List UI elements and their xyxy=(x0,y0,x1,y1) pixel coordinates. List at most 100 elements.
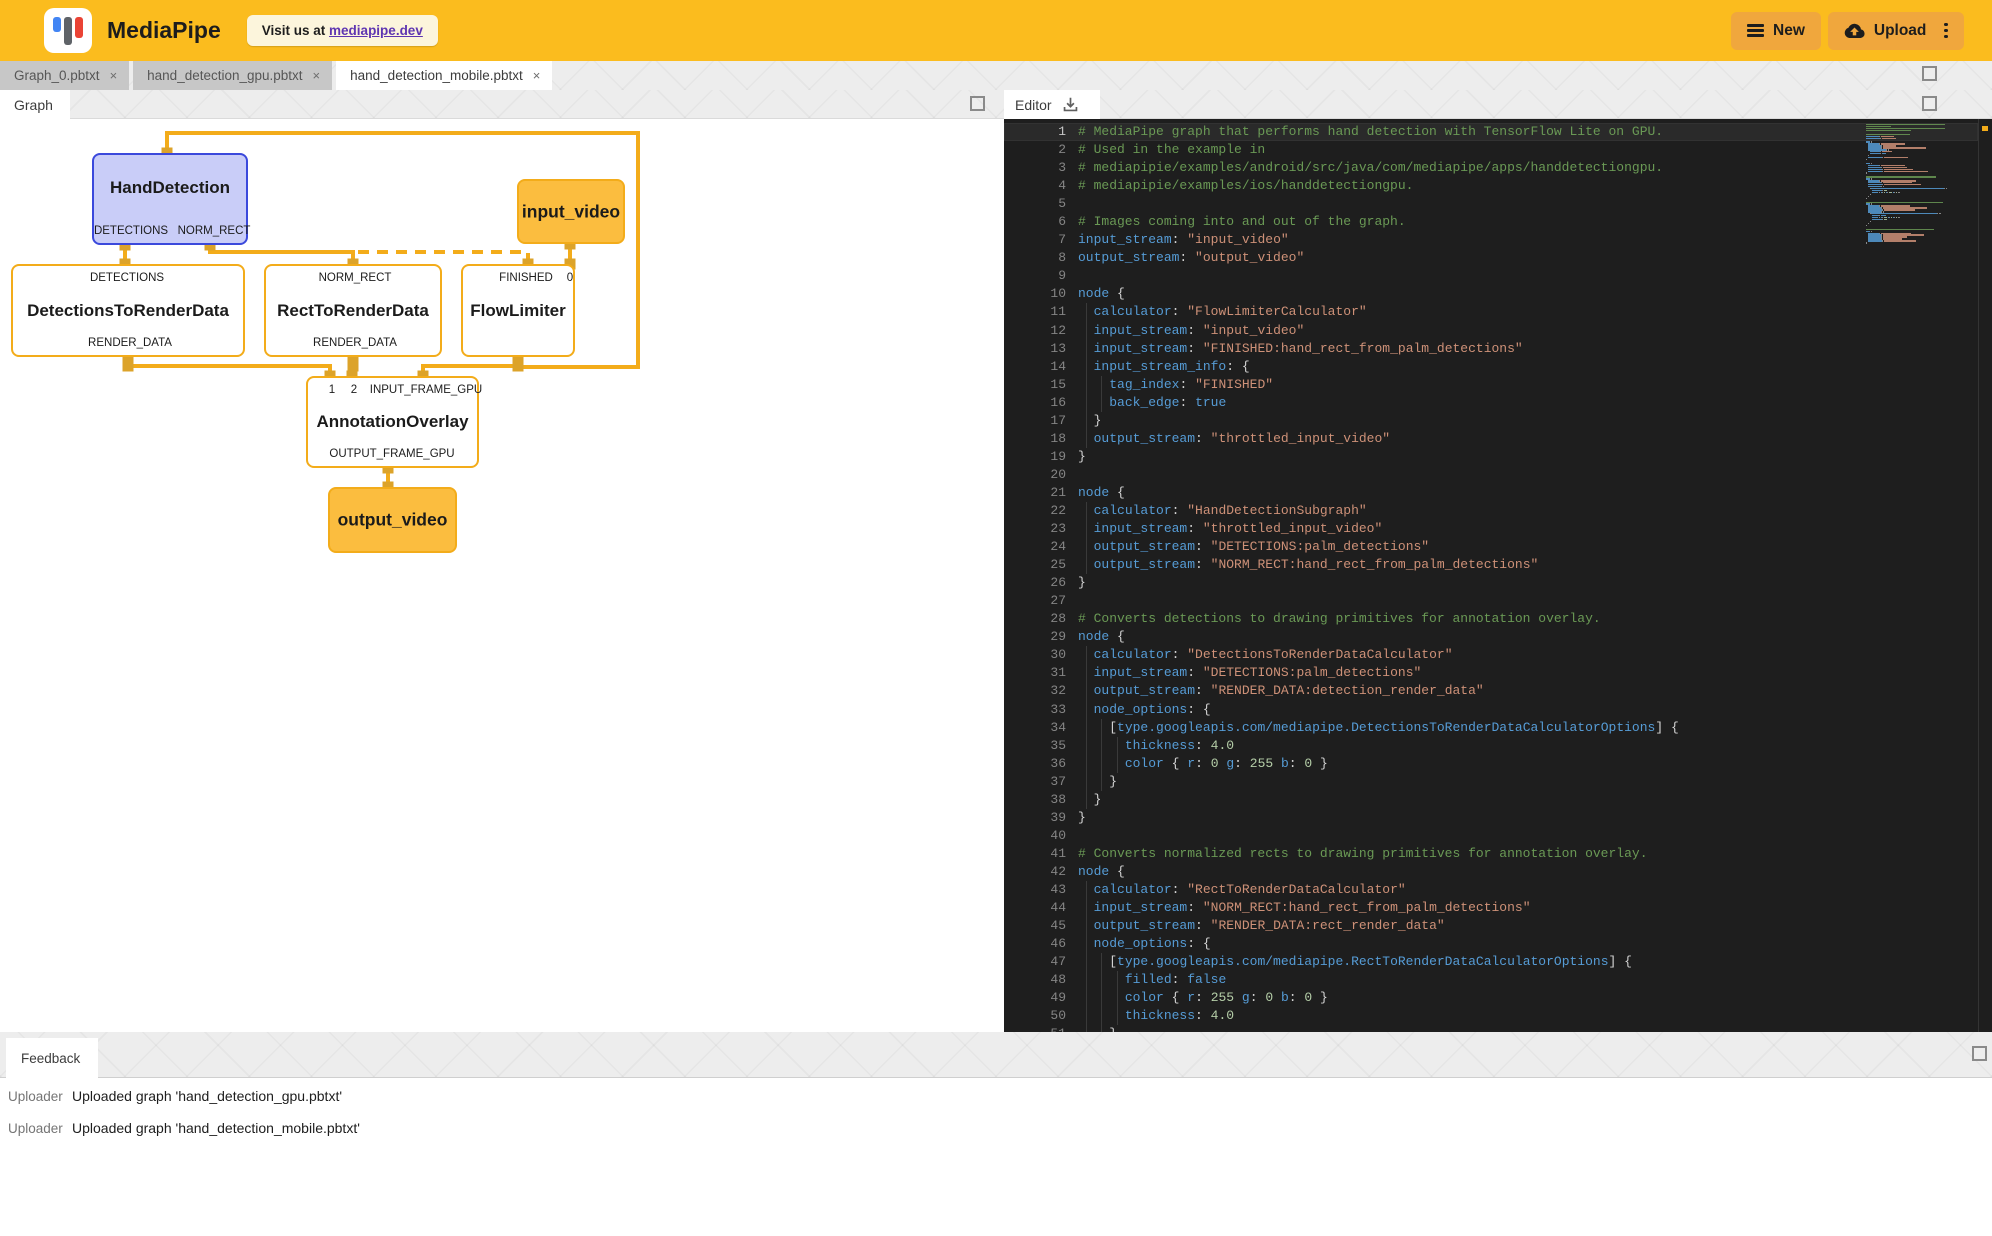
code-editor[interactable]: 1# MediaPipe graph that performs hand de… xyxy=(1004,119,1992,1032)
line-number: 25 xyxy=(1004,556,1066,574)
app-header: MediaPipe Visit us at mediapipe.dev New … xyxy=(0,0,1992,61)
node-title: DetectionsToRenderData xyxy=(13,301,243,321)
graph-node-AnnotationOverlay[interactable]: AnnotationOverlay12INPUT_FRAME_GPUOUTPUT… xyxy=(306,376,479,468)
code-line: 18 output_stream: "throttled_input_video… xyxy=(1004,430,1978,448)
code-line: 7input_stream: "input_video" xyxy=(1004,231,1978,249)
code-line: 9 xyxy=(1004,267,1978,285)
editor-scrollbar[interactable] xyxy=(1978,119,1992,1032)
input-port-2: 2 xyxy=(351,384,357,396)
code-line: 23 input_stream: "throttled_input_video" xyxy=(1004,520,1978,538)
code-line: 20 xyxy=(1004,466,1978,484)
close-tab-icon[interactable]: × xyxy=(533,69,541,82)
line-number: 33 xyxy=(1004,701,1066,719)
code-line: 43 calculator: "RectToRenderDataCalculat… xyxy=(1004,881,1978,899)
code-line: 46 node_options: { xyxy=(1004,935,1978,953)
line-number: 18 xyxy=(1004,430,1066,448)
graph-node-input_video[interactable]: input_video xyxy=(517,179,625,244)
line-number: 39 xyxy=(1004,809,1066,827)
code-line: 37 } xyxy=(1004,773,1978,791)
code-line: 4# mediapipie/examples/ios/handdetection… xyxy=(1004,177,1978,195)
tabs-popout-icon[interactable] xyxy=(1922,66,1937,81)
feedback-log: Uploader Uploaded graph 'hand_detection_g… xyxy=(0,1078,1992,1236)
graph-popout-icon[interactable] xyxy=(970,96,985,111)
line-number: 38 xyxy=(1004,791,1066,809)
feedback-source: Uploader xyxy=(0,1121,72,1136)
code-line: 29node { xyxy=(1004,628,1978,646)
line-number: 8 xyxy=(1004,249,1066,267)
panel-tab-bar: Graph Editor xyxy=(0,90,1992,119)
graph-node-FlowLimiter[interactable]: FlowLimiterFINISHED0 xyxy=(461,264,575,357)
file-tab-Graph_0.pbtxt[interactable]: Graph_0.pbtxt× xyxy=(0,61,129,90)
line-number: 12 xyxy=(1004,322,1066,340)
graph-node-RectToRenderData[interactable]: RectToRenderDataNORM_RECTRENDER_DATA xyxy=(264,264,442,357)
line-number: 50 xyxy=(1004,1007,1066,1025)
code-line: 35 thickness: 4.0 xyxy=(1004,737,1978,755)
line-number: 43 xyxy=(1004,881,1066,899)
download-icon[interactable] xyxy=(1062,96,1079,113)
graph-canvas[interactable]: HandDetectionDETECTIONSNORM_RECT input_vi… xyxy=(0,119,1000,1032)
code-lines[interactable]: 1# MediaPipe graph that performs hand de… xyxy=(1004,123,1978,1032)
graph-node-output_video[interactable]: output_video xyxy=(328,487,457,553)
line-number: 16 xyxy=(1004,394,1066,412)
code-line: 17 } xyxy=(1004,412,1978,430)
visit-button[interactable]: Visit us at mediapipe.dev xyxy=(247,15,438,46)
node-title: AnnotationOverlay xyxy=(308,412,477,432)
file-tab-hand_detection_gpu.pbtxt[interactable]: hand_detection_gpu.pbtxt× xyxy=(133,61,332,90)
menu-icon xyxy=(1747,21,1764,39)
feedback-bar: Feedback xyxy=(0,1032,1992,1078)
feedback-row: UploaderUploaded graph 'hand_detection_m… xyxy=(0,1114,1992,1142)
feedback-tab-label: Feedback xyxy=(21,1051,80,1066)
graph-node-DetectionsToRenderData[interactable]: DetectionsToRenderDataDETECTIONSRENDER_D… xyxy=(11,264,245,357)
editor-popout-icon[interactable] xyxy=(1922,96,1937,111)
line-number: 13 xyxy=(1004,340,1066,358)
close-tab-icon[interactable]: × xyxy=(313,69,321,82)
upload-menu-icon[interactable] xyxy=(1944,20,1948,41)
upload-button[interactable]: Upload xyxy=(1828,12,1964,50)
code-line: 36 color { r: 0 g: 255 b: 0 } xyxy=(1004,755,1978,773)
close-tab-icon[interactable]: × xyxy=(110,69,118,82)
mediapipe-dev-link[interactable]: mediapipe.dev xyxy=(329,23,423,38)
line-number: 11 xyxy=(1004,303,1066,321)
tab-feedback[interactable]: Feedback xyxy=(6,1038,98,1078)
code-line: 12 input_stream: "input_video" xyxy=(1004,322,1978,340)
code-line: 14 input_stream_info: { xyxy=(1004,358,1978,376)
line-number: 10 xyxy=(1004,285,1066,303)
code-line: 13 input_stream: "FINISHED:hand_rect_fro… xyxy=(1004,340,1978,358)
file-tab-hand_detection_mobile.pbtxt[interactable]: hand_detection_mobile.pbtxt× xyxy=(336,61,552,90)
feedback-message: Uploaded graph 'hand_detection_gpu.pbtxt… xyxy=(72,1088,342,1104)
new-button[interactable]: New xyxy=(1731,12,1821,50)
graph-node-HandDetection[interactable]: HandDetectionDETECTIONSNORM_RECT xyxy=(92,153,248,245)
line-number: 19 xyxy=(1004,448,1066,466)
code-line: 48 filled: false xyxy=(1004,971,1978,989)
editor-minimap[interactable] xyxy=(1866,124,1948,244)
code-line: 45 output_stream: "RENDER_DATA:rect_rend… xyxy=(1004,917,1978,935)
line-number: 23 xyxy=(1004,520,1066,538)
line-number: 36 xyxy=(1004,755,1066,773)
line-number: 49 xyxy=(1004,989,1066,1007)
feedback-popout-icon[interactable] xyxy=(1972,1046,1987,1061)
line-number: 34 xyxy=(1004,719,1066,737)
code-line: 44 input_stream: "NORM_RECT:hand_rect_fr… xyxy=(1004,899,1978,917)
line-number: 3 xyxy=(1004,159,1066,177)
code-line: 2# Used in the example in xyxy=(1004,141,1978,159)
line-number: 21 xyxy=(1004,484,1066,502)
feedback-message: Uploaded graph 'hand_detection_mobile.pb… xyxy=(72,1120,360,1136)
line-number: 7 xyxy=(1004,231,1066,249)
line-number: 46 xyxy=(1004,935,1066,953)
tab-graph[interactable]: Graph xyxy=(0,90,70,119)
line-number: 5 xyxy=(1004,195,1066,213)
output-port-RENDER_DATA: RENDER_DATA xyxy=(88,337,172,349)
graph-tab-label: Graph xyxy=(14,97,53,113)
node-title: input_video xyxy=(519,201,623,222)
output-port-DETECTIONS: DETECTIONS xyxy=(94,225,168,237)
line-number: 32 xyxy=(1004,682,1066,700)
code-line: 6# Images coming into and out of the gra… xyxy=(1004,213,1978,231)
code-line: 19} xyxy=(1004,448,1978,466)
tab-editor[interactable]: Editor xyxy=(1004,90,1100,119)
logo-bar-blue xyxy=(53,17,61,32)
code-line: 41# Converts normalized rects to drawing… xyxy=(1004,845,1978,863)
code-line: 28# Converts detections to drawing primi… xyxy=(1004,610,1978,628)
cloud-upload-icon xyxy=(1844,23,1865,39)
code-line: 51 } xyxy=(1004,1025,1978,1032)
code-line: 38 } xyxy=(1004,791,1978,809)
